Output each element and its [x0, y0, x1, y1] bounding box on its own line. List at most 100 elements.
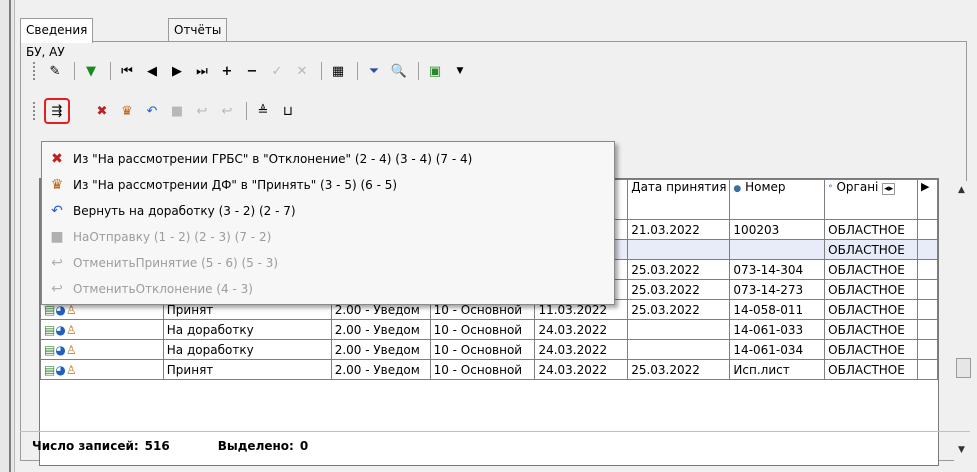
cell-type[interactable]: 10 - Основной: [429, 339, 536, 360]
cell-date-accept[interactable]: 25.03.2022: [627, 279, 731, 300]
accept-icon: ♛: [50, 177, 64, 193]
undo-accept-icon[interactable]: ↩: [191, 100, 213, 122]
delete-icon[interactable]: −: [241, 60, 263, 82]
cell-organ[interactable]: ОБЛАСТНОЕ: [824, 359, 919, 380]
cancel-icon[interactable]: ✕: [291, 60, 313, 82]
filter-green-icon[interactable]: ▼: [80, 60, 102, 82]
document-icon: ▤: [44, 362, 56, 377]
cell-organ[interactable]: ОБЛАСТНОЕ: [824, 319, 919, 340]
workflow-icon[interactable]: ⇶: [44, 98, 70, 124]
header-number[interactable]: ● Номер: [729, 179, 826, 220]
cell-organ[interactable]: ОБЛАСТНОЕ: [824, 299, 919, 320]
cell-number[interactable]: 100203: [729, 219, 826, 240]
app-window: Сведения БУ, АУ Отчёты ✎ ▼ ⏮ ◀ ▶ ⏭ + − ✓…: [0, 0, 977, 472]
sort-icon[interactable]: ≜: [252, 100, 274, 122]
find-icon[interactable]: 🔍: [388, 60, 410, 82]
cell-organ[interactable]: ОБЛАСТНОЕ: [824, 339, 919, 360]
filter-icon[interactable]: ⏷: [363, 60, 385, 82]
cell-date[interactable]: 24.03.2022: [534, 339, 629, 360]
left-frame: [0, 0, 15, 472]
cell-version[interactable]: 2.00 - Уведом: [330, 339, 431, 360]
columns-icon[interactable]: ⊔: [277, 100, 299, 122]
cell-status[interactable]: Принят: [162, 359, 332, 380]
cell-date[interactable]: 24.03.2022: [534, 359, 629, 380]
cell-version[interactable]: 2.00 - Уведом: [330, 319, 431, 340]
cell-extra: [917, 259, 938, 280]
accept-icon[interactable]: ♛: [116, 100, 138, 122]
tab-svedeniya[interactable]: Сведения БУ, АУ: [20, 18, 94, 59]
confirm-icon[interactable]: ✓: [266, 60, 288, 82]
cell-number[interactable]: 14-061-033: [729, 319, 826, 340]
return-icon: ↶: [51, 203, 63, 219]
toolbar-grip[interactable]: [33, 62, 38, 80]
calculator-icon[interactable]: ▦: [327, 60, 349, 82]
selected-count-label: Выделено:: [217, 439, 294, 453]
menu-item-label: Из "На рассмотрении ДФ" в "Принять" (3 -…: [73, 178, 398, 192]
undo-reject-icon[interactable]: ↩: [216, 100, 238, 122]
send-icon[interactable]: ■: [166, 100, 188, 122]
cell-status[interactable]: На доработку: [162, 319, 332, 340]
header-date-accept[interactable]: Дата принятия: [627, 179, 731, 220]
record-count-label: Число записей:: [32, 439, 139, 453]
menu-item-0[interactable]: ✖ Из "На рассмотрении ГРБС" в "Отклонение…: [42, 146, 614, 172]
cell-number[interactable]: 073-14-304: [729, 259, 826, 280]
header-more[interactable]: ▶: [917, 179, 938, 220]
table-row[interactable]: ▤◕♙ На доработку 2.00 - Уведом 10 - Основно…: [40, 319, 938, 340]
table-row[interactable]: ▤◕♙ Принят 2.00 - Уведом 10 - Основной 24.03…: [40, 359, 938, 380]
edit-icon[interactable]: ✎: [44, 60, 66, 82]
menu-item-1[interactable]: ♛ Из "На рассмотрении ДФ" в "Принять" (3 …: [42, 172, 614, 198]
add-icon[interactable]: +: [216, 60, 238, 82]
table-row[interactable]: ▤◕♙ На доработку 2.00 - Уведом 10 - Основно…: [40, 339, 938, 360]
export-icon[interactable]: ▣: [424, 60, 446, 82]
cell-organ[interactable]: ОБЛАСТНОЕ: [824, 279, 919, 300]
last-record-icon[interactable]: ⏭: [191, 60, 213, 82]
cell-date-accept[interactable]: [627, 339, 731, 360]
cell-type[interactable]: 10 - Основной: [429, 319, 536, 340]
cell-type[interactable]: 10 - Основной: [429, 359, 536, 380]
cell-organ[interactable]: ОБЛАСТНОЕ: [824, 219, 919, 240]
cell-number[interactable]: [729, 239, 826, 260]
cell-extra: [917, 299, 938, 320]
scroll-up-icon[interactable]: ▲: [958, 185, 965, 195]
toolbar-navigation: ✎ ▼ ⏮ ◀ ▶ ⏭ + − ✓ ✕ ▦ ⏷ 🔍 ▣ ▼: [33, 58, 474, 84]
scroll-thumb[interactable]: [956, 358, 971, 378]
first-record-icon[interactable]: ⏮: [116, 60, 138, 82]
menu-item-4[interactable]: ↩ ОтменитьПринятие (5 - 6) (5 - 3): [42, 250, 614, 276]
cell-date-accept[interactable]: 25.03.2022: [627, 299, 731, 320]
tab-otchety[interactable]: Отчёты: [168, 18, 228, 41]
menu-item-5[interactable]: ↩ ОтменитьОтклонение (4 - 3): [42, 276, 614, 302]
menu-item-label: ОтменитьОтклонение (4 - 3): [73, 282, 253, 296]
cell-number[interactable]: 14-061-034: [729, 339, 826, 360]
cell-date-accept[interactable]: 25.03.2022: [627, 259, 731, 280]
return-icon[interactable]: ↶: [141, 100, 163, 122]
document-icon: ▤: [44, 322, 56, 337]
undo-icon: ↩: [51, 281, 63, 297]
row-status-icons: ▤◕♙: [40, 359, 164, 380]
cell-organ[interactable]: ОБЛАСТНОЕ: [824, 259, 919, 280]
chevron-down-icon[interactable]: ▼: [449, 60, 471, 82]
cell-date-accept[interactable]: [627, 239, 731, 260]
cell-date[interactable]: 24.03.2022: [534, 319, 629, 340]
prev-record-icon[interactable]: ◀: [141, 60, 163, 82]
cell-number[interactable]: 073-14-273: [729, 279, 826, 300]
vertical-scrollbar[interactable]: ▲ ▼: [954, 181, 971, 463]
reject-icon[interactable]: ✖: [91, 100, 113, 122]
menu-item-2[interactable]: ↶ Вернуть на доработку (3 - 2) (2 - 7): [42, 198, 614, 224]
menu-item-3[interactable]: ■ НаОтправку (1 - 2) (2 - 3) (7 - 2): [42, 224, 614, 250]
cell-number[interactable]: Исп.лист: [729, 359, 826, 380]
cell-date-accept[interactable]: [627, 319, 731, 340]
cell-organ[interactable]: ОБЛАСТНОЕ: [824, 239, 919, 260]
globe-icon: ◕: [55, 362, 66, 377]
next-record-icon[interactable]: ▶: [166, 60, 188, 82]
header-organ[interactable]: ° Органі ◂▸: [824, 179, 919, 220]
globe-icon: ◕: [55, 322, 66, 337]
cell-number[interactable]: 14-058-011: [729, 299, 826, 320]
selected-count-value: 0: [299, 439, 309, 453]
cell-date-accept[interactable]: 21.03.2022: [627, 219, 731, 240]
cell-version[interactable]: 2.00 - Уведом: [330, 359, 431, 380]
globe-icon: ◕: [55, 342, 66, 357]
cell-date-accept[interactable]: 25.03.2022: [627, 359, 731, 380]
toolbar-grip[interactable]: [33, 102, 38, 120]
cell-status[interactable]: На доработку: [162, 339, 332, 360]
cell-extra: [917, 219, 938, 240]
